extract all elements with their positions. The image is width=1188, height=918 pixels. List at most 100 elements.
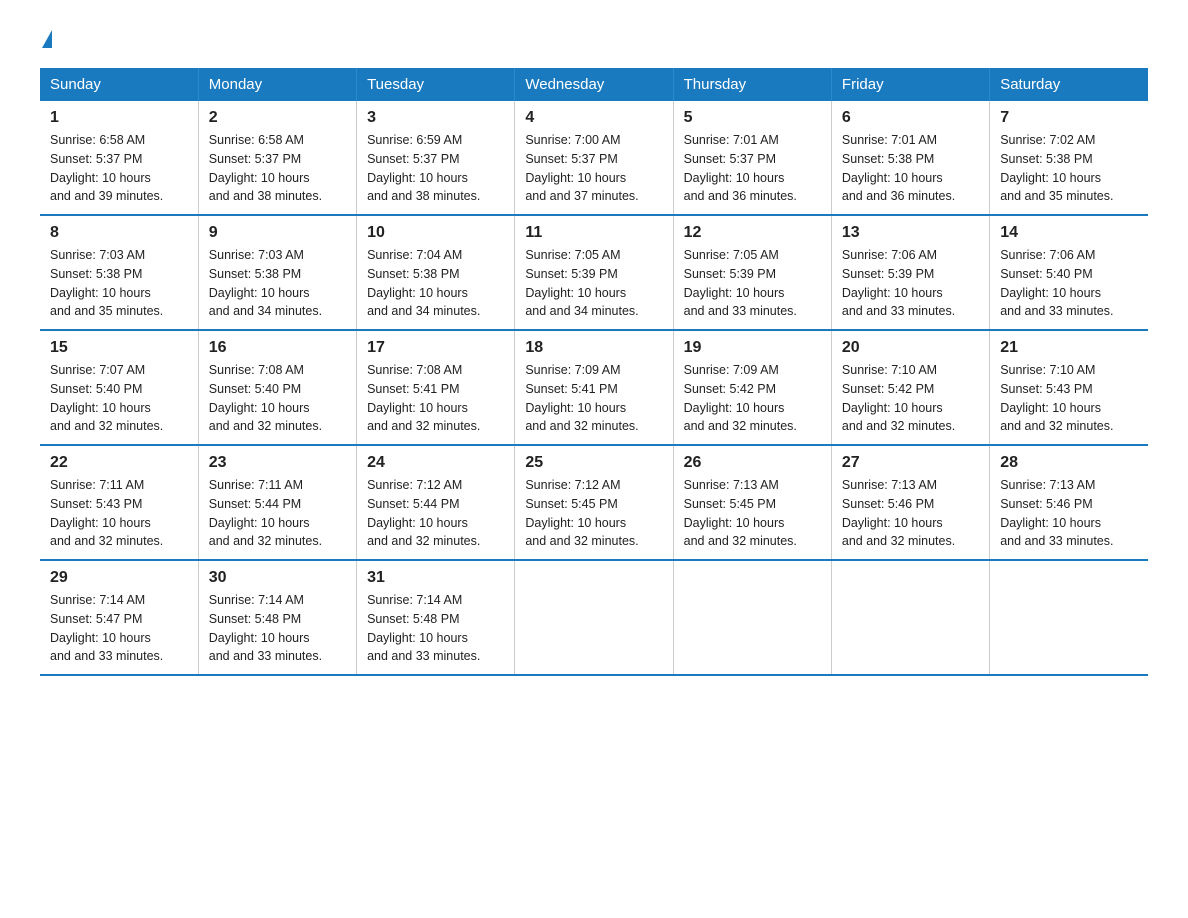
day-info: Sunrise: 7:03 AMSunset: 5:38 PMDaylight:… xyxy=(209,248,322,318)
calendar-cell: 1 Sunrise: 6:58 AMSunset: 5:37 PMDaylight… xyxy=(40,101,198,215)
calendar-week-4: 22 Sunrise: 7:11 AMSunset: 5:43 PMDayligh… xyxy=(40,445,1148,560)
calendar-cell: 8 Sunrise: 7:03 AMSunset: 5:38 PMDaylight… xyxy=(40,215,198,330)
day-info: Sunrise: 7:09 AMSunset: 5:42 PMDaylight:… xyxy=(684,363,797,433)
day-info: Sunrise: 7:13 AMSunset: 5:46 PMDaylight:… xyxy=(1000,478,1113,548)
calendar-cell xyxy=(990,560,1148,675)
calendar-cell: 9Sunrise: 7:03 AMSunset: 5:38 PMDaylight… xyxy=(198,215,356,330)
day-info: Sunrise: 7:05 AMSunset: 5:39 PMDaylight:… xyxy=(525,248,638,318)
calendar-cell: 16 Sunrise: 7:08 AMSunset: 5:40 PMDayligh… xyxy=(198,330,356,445)
header-row: Sunday Monday Tuesday Wednesday Thursday… xyxy=(40,68,1148,101)
calendar-cell: 15Sunrise: 7:07 AMSunset: 5:40 PMDayligh… xyxy=(40,330,198,445)
calendar-cell: 17 Sunrise: 7:08 AMSunset: 5:41 PMDayligh… xyxy=(357,330,515,445)
day-number: 5 xyxy=(684,109,821,127)
day-info: Sunrise: 7:12 AMSunset: 5:45 PMDaylight:… xyxy=(525,478,638,548)
calendar-cell: 4 Sunrise: 7:00 AMSunset: 5:37 PMDaylight… xyxy=(515,101,673,215)
calendar-cell: 18Sunrise: 7:09 AMSunset: 5:41 PMDayligh… xyxy=(515,330,673,445)
day-info: Sunrise: 7:14 AMSunset: 5:47 PMDaylight:… xyxy=(50,593,163,663)
calendar-cell: 25 Sunrise: 7:12 AMSunset: 5:45 PMDayligh… xyxy=(515,445,673,560)
day-info: Sunrise: 7:10 AMSunset: 5:43 PMDaylight:… xyxy=(1000,363,1113,433)
calendar-week-1: 1 Sunrise: 6:58 AMSunset: 5:37 PMDaylight… xyxy=(40,101,1148,215)
col-sunday: Sunday xyxy=(40,68,198,101)
calendar-cell: 23Sunrise: 7:11 AMSunset: 5:44 PMDayligh… xyxy=(198,445,356,560)
day-info: Sunrise: 7:08 AMSunset: 5:40 PMDaylight:… xyxy=(209,363,322,433)
day-info: Sunrise: 7:14 AMSunset: 5:48 PMDaylight:… xyxy=(209,593,322,663)
calendar-cell: 21 Sunrise: 7:10 AMSunset: 5:43 PMDayligh… xyxy=(990,330,1148,445)
calendar-cell xyxy=(515,560,673,675)
calendar-cell: 6Sunrise: 7:01 AMSunset: 5:38 PMDaylight… xyxy=(831,101,989,215)
day-info: Sunrise: 7:01 AMSunset: 5:37 PMDaylight:… xyxy=(684,133,797,203)
calendar-cell: 31 Sunrise: 7:14 AMSunset: 5:48 PMDayligh… xyxy=(357,560,515,675)
day-number: 27 xyxy=(842,454,979,472)
day-number: 21 xyxy=(1000,339,1138,357)
day-number: 20 xyxy=(842,339,979,357)
calendar-cell: 19 Sunrise: 7:09 AMSunset: 5:42 PMDayligh… xyxy=(673,330,831,445)
day-number: 28 xyxy=(1000,454,1138,472)
calendar-cell: 14 Sunrise: 7:06 AMSunset: 5:40 PMDayligh… xyxy=(990,215,1148,330)
calendar-cell: 24Sunrise: 7:12 AMSunset: 5:44 PMDayligh… xyxy=(357,445,515,560)
calendar-cell xyxy=(831,560,989,675)
day-number: 13 xyxy=(842,224,979,242)
calendar-cell: 29 Sunrise: 7:14 AMSunset: 5:47 PMDayligh… xyxy=(40,560,198,675)
day-info: Sunrise: 7:05 AMSunset: 5:39 PMDaylight:… xyxy=(684,248,797,318)
day-info: Sunrise: 7:07 AMSunset: 5:40 PMDaylight:… xyxy=(50,363,163,433)
day-number: 16 xyxy=(209,339,346,357)
calendar-cell: 22 Sunrise: 7:11 AMSunset: 5:43 PMDayligh… xyxy=(40,445,198,560)
day-number: 6 xyxy=(842,109,979,127)
col-wednesday: Wednesday xyxy=(515,68,673,101)
day-number: 4 xyxy=(525,109,662,127)
day-info: Sunrise: 7:11 AMSunset: 5:43 PMDaylight:… xyxy=(50,478,163,548)
day-info: Sunrise: 6:58 AMSunset: 5:37 PMDaylight:… xyxy=(209,133,322,203)
day-info: Sunrise: 7:13 AMSunset: 5:45 PMDaylight:… xyxy=(684,478,797,548)
day-number: 31 xyxy=(367,569,504,587)
day-info: Sunrise: 7:00 AMSunset: 5:37 PMDaylight:… xyxy=(525,133,638,203)
day-number: 11 xyxy=(525,224,662,242)
calendar-cell: 20Sunrise: 7:10 AMSunset: 5:42 PMDayligh… xyxy=(831,330,989,445)
col-monday: Monday xyxy=(198,68,356,101)
day-info: Sunrise: 7:08 AMSunset: 5:41 PMDaylight:… xyxy=(367,363,480,433)
day-info: Sunrise: 7:06 AMSunset: 5:40 PMDaylight:… xyxy=(1000,248,1113,318)
day-info: Sunrise: 7:14 AMSunset: 5:48 PMDaylight:… xyxy=(367,593,480,663)
calendar-header: Sunday Monday Tuesday Wednesday Thursday… xyxy=(40,68,1148,101)
calendar-cell xyxy=(673,560,831,675)
day-number: 19 xyxy=(684,339,821,357)
col-friday: Friday xyxy=(831,68,989,101)
day-number: 24 xyxy=(367,454,504,472)
logo xyxy=(40,30,52,48)
calendar-week-3: 15Sunrise: 7:07 AMSunset: 5:40 PMDayligh… xyxy=(40,330,1148,445)
day-info: Sunrise: 7:03 AMSunset: 5:38 PMDaylight:… xyxy=(50,248,163,318)
calendar-week-2: 8 Sunrise: 7:03 AMSunset: 5:38 PMDaylight… xyxy=(40,215,1148,330)
calendar-table: Sunday Monday Tuesday Wednesday Thursday… xyxy=(40,68,1148,676)
logo-triangle-icon xyxy=(42,30,52,48)
calendar-cell: 10 Sunrise: 7:04 AMSunset: 5:38 PMDayligh… xyxy=(357,215,515,330)
calendar-cell: 3Sunrise: 6:59 AMSunset: 5:37 PMDaylight… xyxy=(357,101,515,215)
calendar-cell: 7 Sunrise: 7:02 AMSunset: 5:38 PMDaylight… xyxy=(990,101,1148,215)
day-number: 22 xyxy=(50,454,188,472)
calendar-cell: 12 Sunrise: 7:05 AMSunset: 5:39 PMDayligh… xyxy=(673,215,831,330)
day-number: 14 xyxy=(1000,224,1138,242)
day-number: 12 xyxy=(684,224,821,242)
day-number: 1 xyxy=(50,109,188,127)
day-number: 7 xyxy=(1000,109,1138,127)
day-number: 17 xyxy=(367,339,504,357)
calendar-cell: 27Sunrise: 7:13 AMSunset: 5:46 PMDayligh… xyxy=(831,445,989,560)
col-tuesday: Tuesday xyxy=(357,68,515,101)
calendar-cell: 30Sunrise: 7:14 AMSunset: 5:48 PMDayligh… xyxy=(198,560,356,675)
calendar-body: 1 Sunrise: 6:58 AMSunset: 5:37 PMDaylight… xyxy=(40,101,1148,675)
day-number: 18 xyxy=(525,339,662,357)
day-number: 3 xyxy=(367,109,504,127)
day-number: 25 xyxy=(525,454,662,472)
day-info: Sunrise: 6:58 AMSunset: 5:37 PMDaylight:… xyxy=(50,133,163,203)
day-info: Sunrise: 7:11 AMSunset: 5:44 PMDaylight:… xyxy=(209,478,322,548)
calendar-cell: 11 Sunrise: 7:05 AMSunset: 5:39 PMDayligh… xyxy=(515,215,673,330)
day-number: 26 xyxy=(684,454,821,472)
day-number: 29 xyxy=(50,569,188,587)
col-thursday: Thursday xyxy=(673,68,831,101)
page-header xyxy=(40,30,1148,48)
col-saturday: Saturday xyxy=(990,68,1148,101)
day-info: Sunrise: 7:02 AMSunset: 5:38 PMDaylight:… xyxy=(1000,133,1113,203)
day-number: 10 xyxy=(367,224,504,242)
day-info: Sunrise: 7:04 AMSunset: 5:38 PMDaylight:… xyxy=(367,248,480,318)
calendar-cell: 2Sunrise: 6:58 AMSunset: 5:37 PMDaylight… xyxy=(198,101,356,215)
calendar-cell: 5 Sunrise: 7:01 AMSunset: 5:37 PMDaylight… xyxy=(673,101,831,215)
day-number: 8 xyxy=(50,224,188,242)
